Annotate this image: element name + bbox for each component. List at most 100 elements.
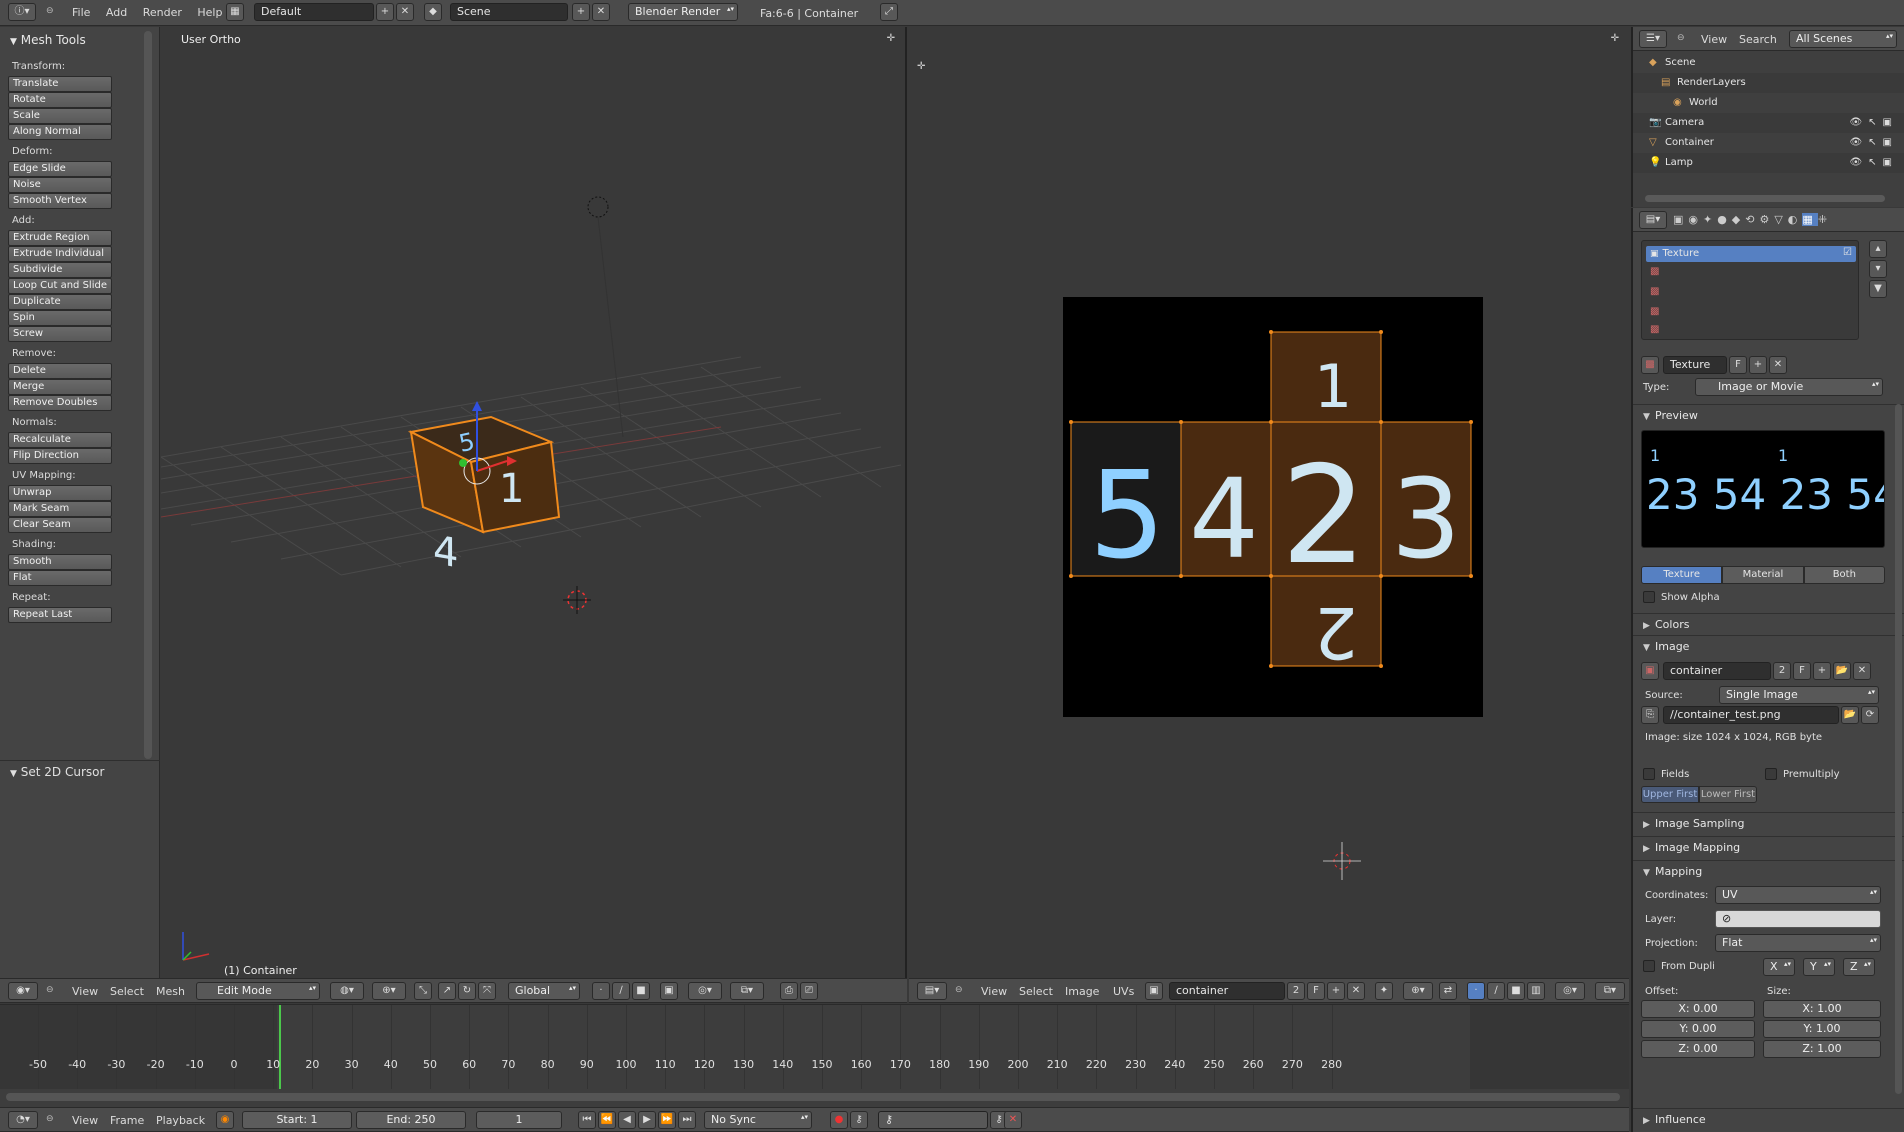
show-alpha-checkbox[interactable] bbox=[1643, 591, 1655, 603]
tool-button-extrude-individual[interactable]: Extrude Individual bbox=[8, 246, 112, 262]
translate-manip-icon[interactable]: ↗ bbox=[438, 982, 456, 1000]
tool-button-spin[interactable]: Spin bbox=[8, 310, 112, 326]
tool-button-screw[interactable]: Screw bbox=[8, 326, 112, 342]
operator-panel[interactable]: ▼ Set 2D Cursor bbox=[0, 760, 160, 782]
fields-option[interactable]: Fields bbox=[1643, 768, 1689, 780]
image-props-unlink-button[interactable]: ✕ bbox=[1853, 662, 1871, 680]
from-dupli-option[interactable]: From Dupli bbox=[1643, 960, 1715, 972]
outliner-item-lamp[interactable]: 💡 Lamp 👁↖▣ bbox=[1633, 153, 1904, 173]
menu-help[interactable]: Help bbox=[191, 6, 228, 19]
influence-header[interactable]: ▶ Influence bbox=[1633, 1108, 1904, 1130]
outliner-item-container[interactable]: ▽ Container 👁↖▣ bbox=[1633, 133, 1904, 153]
menu-add[interactable]: Add bbox=[100, 6, 133, 19]
image-props-users[interactable]: 2 bbox=[1773, 662, 1791, 680]
shading-icon[interactable]: ◍▾ bbox=[330, 982, 364, 1000]
colors-panel-header[interactable]: ▶ Colors bbox=[1633, 613, 1904, 635]
scene-field[interactable]: Scene bbox=[450, 3, 568, 21]
render-icon[interactable]: ⎙ bbox=[780, 982, 798, 1000]
image-mapping-header[interactable]: ▶ Image Mapping bbox=[1633, 836, 1904, 858]
scene-icon[interactable]: ◆ bbox=[424, 3, 442, 21]
play-reverse-button[interactable]: ◀ bbox=[618, 1111, 636, 1129]
properties-scrollbar[interactable] bbox=[1895, 404, 1902, 1094]
texture-type-dropdown[interactable]: Image or Movie bbox=[1695, 378, 1883, 396]
record-button[interactable]: ● bbox=[830, 1111, 848, 1129]
uv-edge-mode-icon[interactable]: ∕ bbox=[1487, 982, 1505, 1000]
orientation-dropdown[interactable]: Global bbox=[508, 982, 580, 1000]
tool-button-flat[interactable]: Flat bbox=[8, 570, 112, 586]
preview-tab-material[interactable]: Material bbox=[1722, 566, 1804, 584]
timeline-menu-playback[interactable]: Playback bbox=[150, 1114, 211, 1127]
delete-keyframe-button[interactable]: ✕ bbox=[1004, 1111, 1022, 1129]
menu-uvs[interactable]: UVs bbox=[1107, 985, 1140, 998]
outliner-editor-icon[interactable]: ☰▾ bbox=[1639, 30, 1667, 48]
tool-button-noise[interactable]: Noise bbox=[8, 177, 112, 193]
tool-button-loop-cut-and-slide[interactable]: Loop Cut and Slide bbox=[8, 278, 112, 294]
tool-button-along-normal[interactable]: Along Normal bbox=[8, 124, 112, 140]
outliner-item-camera[interactable]: 📷 Camera 👁↖▣ bbox=[1633, 113, 1904, 133]
preview-tab-both[interactable]: Both bbox=[1803, 566, 1885, 584]
preview-panel-header[interactable]: ▼ Preview bbox=[1633, 404, 1904, 426]
screen-layout-icon[interactable]: ▦ bbox=[226, 3, 244, 21]
outliner-collapse-icon[interactable]: ⊖ bbox=[1677, 33, 1685, 43]
menu-render[interactable]: Render bbox=[137, 6, 188, 19]
image-unlink-button[interactable]: ✕ bbox=[1347, 982, 1365, 1000]
outliner-item-scene[interactable]: ◆ Scene bbox=[1633, 53, 1904, 73]
menu-file[interactable]: File bbox=[66, 6, 96, 19]
scale-manip-icon[interactable]: ⤧ bbox=[478, 982, 496, 1000]
sync-selection-icon[interactable]: ⇄ bbox=[1439, 982, 1457, 1000]
texture-fake-user[interactable]: F bbox=[1729, 356, 1747, 374]
tool-button-smooth[interactable]: Smooth bbox=[8, 554, 112, 570]
size-z-field[interactable]: Z: 1.00 bbox=[1763, 1040, 1881, 1058]
mapping-header[interactable]: ▼ Mapping bbox=[1633, 860, 1904, 882]
face-select-icon[interactable]: ■ bbox=[632, 982, 650, 1000]
tool-button-unwrap[interactable]: Unwrap bbox=[8, 485, 112, 501]
visibility-icons[interactable]: 👁↖▣ bbox=[1849, 153, 1898, 173]
add-layout-button[interactable]: + bbox=[376, 3, 394, 21]
timeline-menu-view[interactable]: View bbox=[66, 1114, 104, 1127]
vertex-select-icon[interactable]: · bbox=[592, 982, 610, 1000]
play-button[interactable]: ▶ bbox=[638, 1111, 656, 1129]
reload-image-button[interactable]: ⟳ bbox=[1861, 706, 1879, 724]
uv-editor[interactable]: ✛ ✛ 1 5 4 2 3 2 bbox=[909, 27, 1629, 978]
axis-x-dropdown[interactable]: X bbox=[1763, 958, 1795, 976]
axis-z-dropdown[interactable]: Z bbox=[1843, 958, 1875, 976]
from-dupli-checkbox[interactable] bbox=[1643, 960, 1655, 972]
timeline-editor-icon[interactable]: ◔▾ bbox=[8, 1111, 38, 1129]
collapse-icon[interactable]: ⊖ bbox=[46, 6, 54, 16]
offset-x-field[interactable]: X: 0.00 bbox=[1641, 1000, 1755, 1018]
image-sampling-header[interactable]: ▶ Image Sampling bbox=[1633, 812, 1904, 834]
premultiply-checkbox[interactable] bbox=[1765, 768, 1777, 780]
show-alpha-option[interactable]: Show Alpha bbox=[1643, 591, 1720, 603]
fields-checkbox[interactable] bbox=[1643, 768, 1655, 780]
outliner-menu-search[interactable]: Search bbox=[1733, 33, 1783, 46]
timeline-scrollbar[interactable] bbox=[6, 1093, 1620, 1101]
render-engine-dropdown[interactable]: Blender Render bbox=[628, 3, 738, 21]
keying-set-field[interactable]: ⚷ bbox=[878, 1111, 988, 1129]
image-browse-icon[interactable]: ▣ bbox=[1145, 982, 1163, 1000]
keying-set-icon[interactable]: ⚷ bbox=[850, 1111, 868, 1129]
manipulator-icon[interactable]: ⤡ bbox=[414, 982, 432, 1000]
tool-button-clear-seam[interactable]: Clear Seam bbox=[8, 517, 112, 533]
props-context-icons[interactable]: ▣◉✦●◆⟲⚙▽◐▦⁜ bbox=[1673, 213, 1832, 226]
menu-view-uv[interactable]: View bbox=[975, 985, 1013, 998]
menu-view-3d[interactable]: View bbox=[66, 985, 104, 998]
collapse-uv-icon[interactable]: ⊖ bbox=[955, 985, 963, 995]
tool-button-remove-doubles[interactable]: Remove Doubles bbox=[8, 395, 112, 411]
texture-slot-empty-4[interactable]: ▩ bbox=[1650, 324, 1659, 335]
sync-dropdown[interactable]: No Sync bbox=[704, 1111, 812, 1129]
texture-slot-empty-3[interactable]: ▩ bbox=[1650, 306, 1659, 317]
image-props-fake[interactable]: F bbox=[1793, 662, 1811, 680]
menu-image[interactable]: Image bbox=[1059, 985, 1105, 998]
editor-type-uv-icon[interactable]: ▤▾ bbox=[917, 982, 947, 1000]
toolshelf-scrollbar[interactable] bbox=[144, 31, 152, 759]
uv-proportional-icon[interactable]: ◎▾ bbox=[1555, 982, 1585, 1000]
uv-face-mode-icon[interactable]: ■ bbox=[1507, 982, 1525, 1000]
menu-select-uv[interactable]: Select bbox=[1013, 985, 1059, 998]
tool-button-translate[interactable]: Translate bbox=[8, 76, 112, 92]
filepath-icon[interactable]: ⎘ bbox=[1641, 706, 1659, 724]
rotate-manip-icon[interactable]: ↻ bbox=[458, 982, 476, 1000]
image-props-open-button[interactable]: 📂 bbox=[1833, 662, 1851, 680]
texture-unlink-button[interactable]: ✕ bbox=[1769, 356, 1787, 374]
texture-slot-empty-2[interactable]: ▩ bbox=[1650, 286, 1659, 297]
jump-keyframe-forward-button[interactable]: ⏩ bbox=[658, 1111, 676, 1129]
